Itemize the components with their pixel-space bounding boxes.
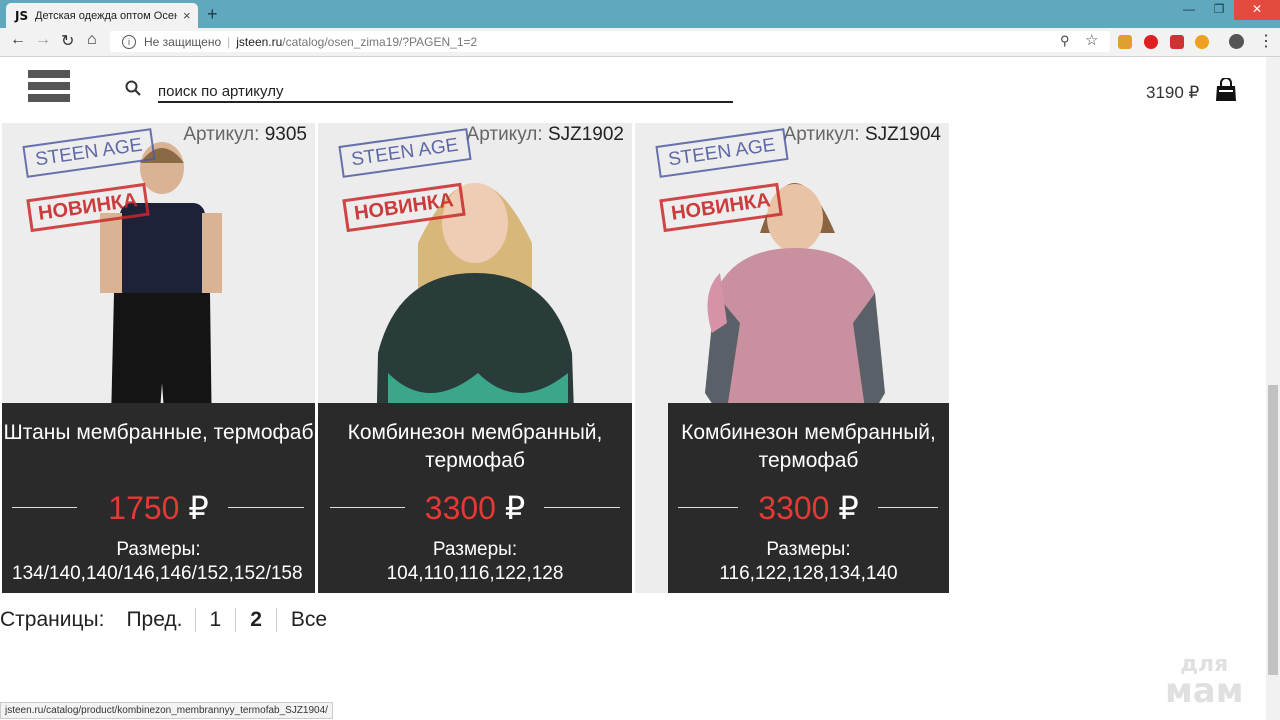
forward-icon[interactable]: → bbox=[35, 31, 51, 49]
product-info: Комбинезон мембранный, термофаб 3300 ₽ Р… bbox=[668, 403, 949, 593]
extension-bike-icon[interactable] bbox=[1118, 35, 1132, 49]
home-icon[interactable]: ⌂ bbox=[87, 31, 97, 49]
prev-page-link[interactable]: Пред. bbox=[112, 608, 194, 632]
price-row: 1750 ₽ bbox=[2, 489, 315, 526]
product-card[interactable]: Артикул: SJZ1902 STEEN AGE НОВИНКА Комби… bbox=[318, 123, 632, 593]
url-path: /catalog/osen_zima19/?PAGEN_1=2 bbox=[282, 34, 478, 49]
product-price: 3300 ₽ bbox=[758, 490, 859, 526]
browser-menu-icon[interactable]: ⋮ bbox=[1258, 31, 1274, 51]
product-info: Комбинезон мембранный, термофаб 3300 ₽ Р… bbox=[318, 403, 632, 593]
extension-yandex-icon[interactable] bbox=[1144, 35, 1158, 49]
product-price: 3300 ₽ bbox=[424, 490, 526, 526]
new-tab-button[interactable]: + bbox=[207, 4, 218, 25]
url-host: jsteen.ru bbox=[236, 34, 283, 49]
product-card[interactable]: Артикул: SJZ1904 STEEN AGE НОВИНКА Комби… bbox=[635, 123, 949, 593]
sizes-label: Размеры: bbox=[766, 539, 851, 560]
address-bar: ← → ↻ ⌂ i Не защищено | jsteen.ru /catal… bbox=[0, 28, 1280, 57]
price-row: 3300 ₽ bbox=[668, 489, 949, 526]
product-card[interactable]: Артикул: 9305 STEEN AGE НОВИНКА Штаны ме… bbox=[2, 123, 315, 593]
info-icon[interactable]: i bbox=[122, 34, 136, 49]
bookmark-star-icon[interactable]: ☆ bbox=[1085, 31, 1098, 49]
price-row: 3300 ₽ bbox=[318, 489, 632, 526]
security-label: Не защищено bbox=[144, 34, 222, 49]
divider: | bbox=[227, 34, 231, 49]
cart-total[interactable]: 3190 ₽ bbox=[1146, 83, 1199, 103]
shopping-bag-icon[interactable] bbox=[1215, 78, 1237, 102]
reload-icon[interactable]: ↻ bbox=[61, 31, 74, 51]
window-controls: — ❐ ✕ bbox=[1174, 0, 1280, 20]
article-number: Артикул: SJZ1904 bbox=[783, 124, 941, 145]
article-number: Артикул: SJZ1902 bbox=[466, 124, 624, 145]
tab-title: Детская одежда оптом Осень-З bbox=[35, 9, 177, 22]
product-sizes: 116,122,128,134,140 bbox=[719, 563, 898, 584]
product-name: Штаны мембранные, термофаб bbox=[3, 421, 314, 444]
url-field[interactable]: i Не защищено | jsteen.ru /catalog/osen_… bbox=[110, 31, 1110, 52]
product-sizes: 104,110,116,122,128 bbox=[386, 563, 564, 584]
sizes-label: Размеры: bbox=[432, 539, 518, 560]
search-input[interactable] bbox=[158, 81, 733, 103]
sizes-label: Размеры: bbox=[116, 539, 201, 560]
pagination-label: Страницы: bbox=[0, 608, 105, 631]
product-name: Комбинезон мембранный, термофаб bbox=[347, 421, 603, 472]
browser-tab[interactable]: JS Детская одежда оптом Осень-З × bbox=[6, 3, 198, 28]
product-price: 1750 ₽ bbox=[108, 490, 209, 526]
close-tab-icon[interactable]: × bbox=[183, 8, 191, 23]
all-pages-link[interactable]: Все bbox=[275, 608, 341, 632]
product-sizes: 134/140,140/146,146/152,152/158 bbox=[12, 563, 303, 584]
browser-tab-bar: JS Детская одежда оптом Осень-З × + — ❐ … bbox=[0, 0, 1280, 28]
restore-button[interactable]: ❐ bbox=[1204, 0, 1234, 20]
zoom-icon[interactable]: ⚲ bbox=[1060, 33, 1070, 49]
close-window-button[interactable]: ✕ bbox=[1234, 0, 1280, 20]
minimize-button[interactable]: — bbox=[1174, 0, 1204, 20]
favicon-icon: JS bbox=[15, 8, 29, 23]
menu-burger-icon[interactable] bbox=[28, 70, 70, 108]
scrollbar[interactable] bbox=[1266, 57, 1280, 720]
back-icon[interactable]: ← bbox=[10, 31, 26, 49]
status-bar-url: jsteen.ru/catalog/product/kombinezon_mem… bbox=[0, 702, 333, 719]
search-icon[interactable] bbox=[125, 80, 141, 96]
extension-cat-icon[interactable] bbox=[1195, 35, 1209, 49]
scrollbar-thumb[interactable] bbox=[1268, 385, 1278, 675]
article-number: Артикул: 9305 bbox=[183, 124, 307, 145]
watermark-logo: для мам bbox=[1165, 652, 1244, 711]
profile-icon[interactable] bbox=[1229, 34, 1244, 49]
page-link-2: 2 bbox=[235, 608, 276, 632]
extension-pdf-icon[interactable] bbox=[1170, 35, 1184, 49]
product-name: Комбинезон мембранный, термофаб bbox=[681, 421, 936, 472]
page-link-1[interactable]: 1 bbox=[194, 608, 236, 632]
pagination: Страницы: Пред. 1 2 Все bbox=[0, 606, 341, 634]
product-info: Штаны мембранные, термофаб 1750 ₽ Размер… bbox=[2, 403, 315, 593]
